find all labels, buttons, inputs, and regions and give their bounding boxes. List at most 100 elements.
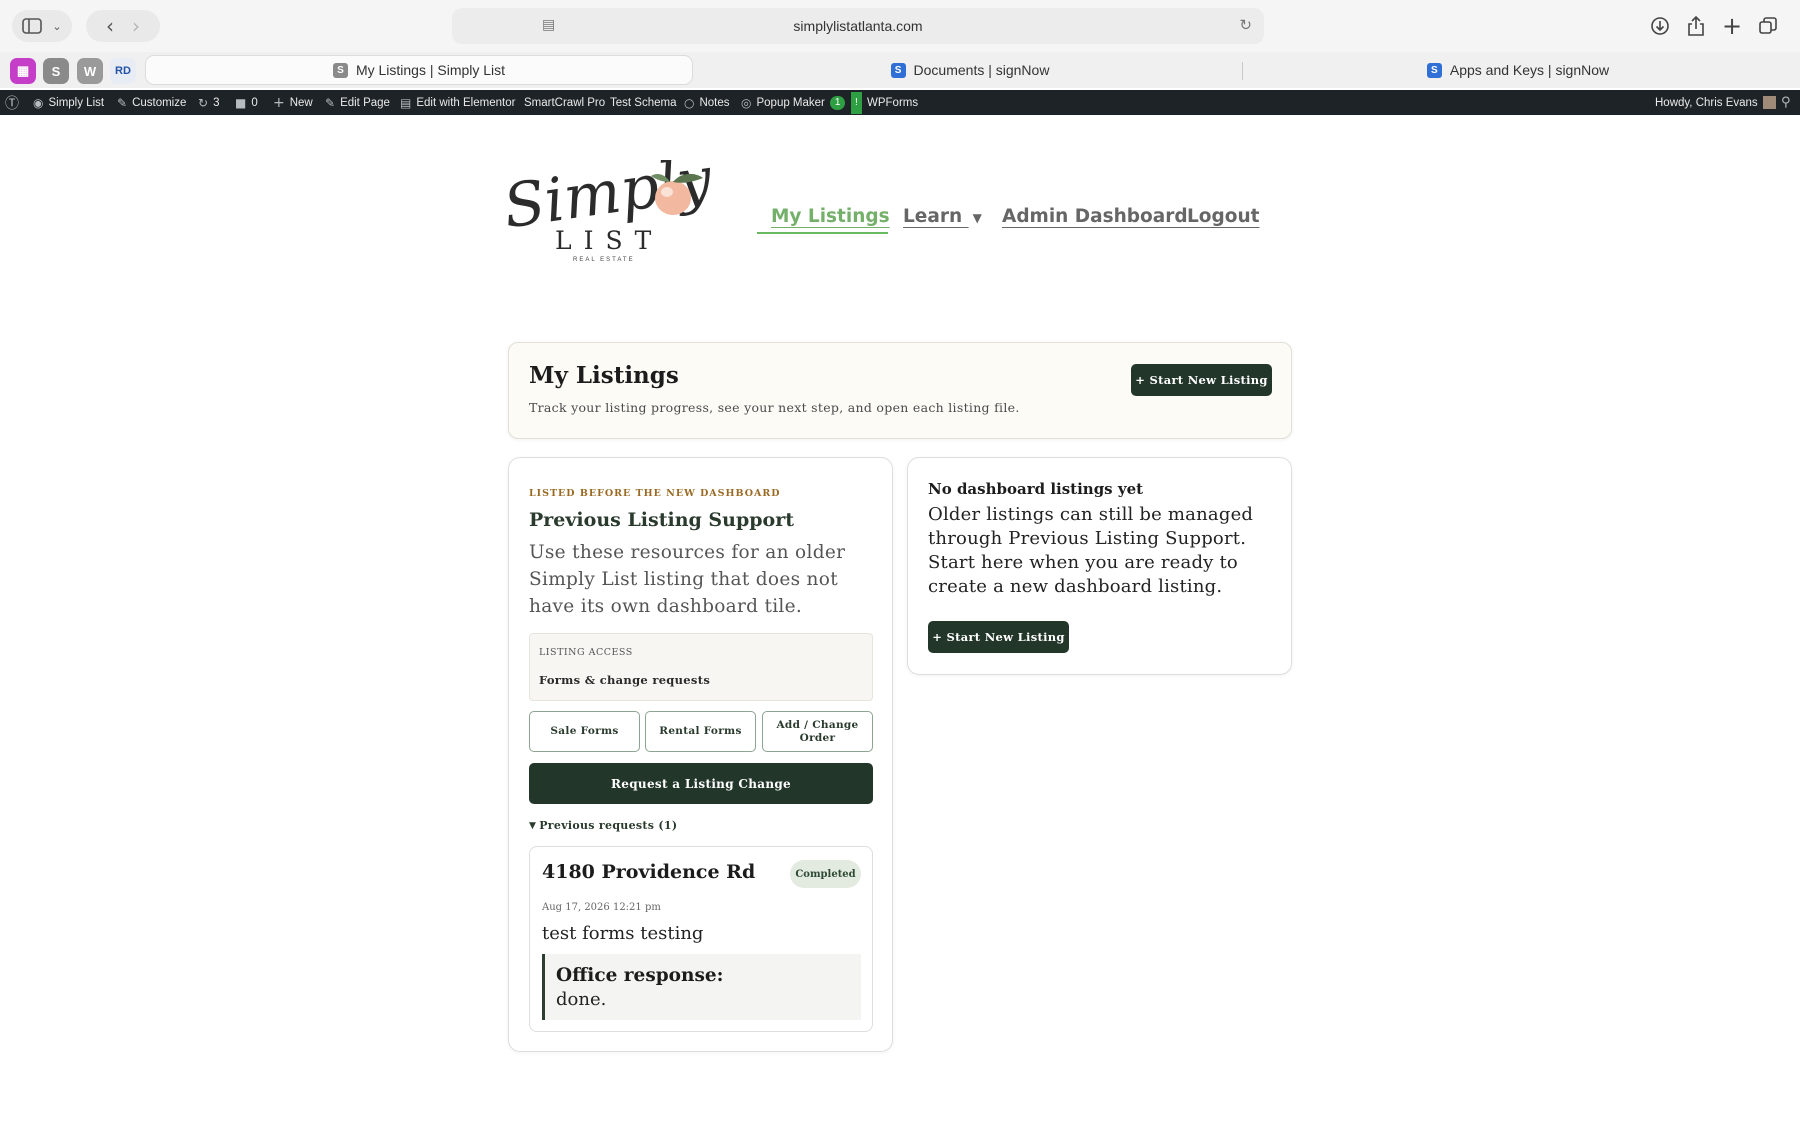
- admin-smartcrawl[interactable]: SmartCrawl Pro: [524, 90, 605, 115]
- request-item: 4180 Providence Rd Completed Aug 17, 202…: [529, 846, 873, 1032]
- pinned-tab-rd[interactable]: RD: [110, 58, 136, 84]
- sidebar-icon: [22, 18, 43, 34]
- previous-requests-toggle[interactable]: ▼ Previous requests (1): [529, 819, 677, 832]
- admin-alert[interactable]: !: [851, 90, 862, 115]
- brush-icon: ✎: [117, 95, 128, 110]
- nav-active-indicator: [757, 232, 888, 234]
- previous-listing-support-card: LISTED BEFORE THE NEW DASHBOARD Previous…: [508, 457, 893, 1052]
- previous-requests-label: Previous requests (1): [539, 819, 678, 832]
- nav-learn-label: Learn: [903, 206, 963, 227]
- status-badge: Completed: [790, 860, 861, 888]
- admin-howdy[interactable]: Howdy, Chris Evans: [1655, 90, 1776, 115]
- downloads-icon[interactable]: [1648, 10, 1672, 42]
- admin-new[interactable]: + New: [273, 90, 313, 115]
- avatar: [1762, 96, 1776, 109]
- nav-my-listings[interactable]: My Listings: [771, 206, 890, 227]
- rental-forms-button[interactable]: Rental Forms: [645, 711, 756, 752]
- browser-toolbar: ⌄ ‹ › ● ✓ ▤ simplylistatlanta.com ↻ +: [0, 0, 1800, 52]
- popup-maker-icon: ◎: [741, 95, 752, 110]
- wp-admin-bar: Ⓣ ◉ Simply List ✎ Customize ↻ 3 ■ 0 + New ✎ Ed…: [0, 90, 1800, 115]
- caret-down-icon: ▼: [972, 211, 982, 225]
- start-new-listing-button-secondary[interactable]: + Start New Listing: [928, 621, 1069, 653]
- forward-icon[interactable]: ›: [132, 14, 140, 38]
- tab-divider: [1242, 62, 1243, 80]
- admin-notes-label: Notes: [699, 96, 730, 109]
- pinned-tab-w[interactable]: W: [77, 58, 103, 84]
- office-response-label: Office response:: [556, 965, 724, 986]
- admin-customize-label: Customize: [132, 96, 187, 109]
- admin-updates-count: 3: [213, 96, 220, 109]
- admin-site-name[interactable]: ◉ Simply List: [33, 90, 104, 115]
- tab-my-listings[interactable]: S My Listings | Simply List: [145, 55, 693, 85]
- pinned-tab-w-label: W: [83, 63, 97, 79]
- request-message: test forms testing: [542, 923, 704, 944]
- wordpress-logo-icon[interactable]: Ⓣ: [5, 90, 19, 115]
- page-title: My Listings: [529, 362, 679, 389]
- office-response: Office response: done.: [542, 954, 861, 1020]
- admin-edit-elementor[interactable]: ▤ Edit with Elementor: [400, 90, 515, 115]
- plus-icon: +: [273, 94, 285, 111]
- new-tab-icon[interactable]: +: [1720, 10, 1744, 42]
- admin-popup-maker-label: Popup Maker: [756, 96, 825, 109]
- tab-apps-keys-signnow[interactable]: S Apps and Keys | signNow: [1248, 55, 1788, 85]
- address-bar[interactable]: ▤ simplylistatlanta.com ↻: [452, 8, 1264, 44]
- listing-access-label: LISTING ACCESS: [539, 647, 633, 658]
- caret-down-icon: ▼: [529, 820, 537, 831]
- sidebar-toggle-button[interactable]: ⌄: [12, 10, 72, 42]
- sale-forms-button[interactable]: Sale Forms: [529, 711, 640, 752]
- no-listings-card: No dashboard listings yet Older listings…: [907, 457, 1292, 675]
- note-icon: ○: [684, 95, 695, 110]
- admin-comments-count: 0: [251, 96, 258, 109]
- nav-admin-dashboard[interactable]: Admin Dashboard: [1002, 206, 1188, 227]
- logo-word: LIST: [555, 226, 664, 255]
- listing-access-box: LISTING ACCESS Forms & change requests: [529, 633, 873, 701]
- card-description: Use these resources for an older Simply …: [529, 542, 846, 617]
- admin-wpforms-label: WPForms: [867, 96, 919, 109]
- url-text: simplylistatlanta.com: [793, 18, 923, 34]
- elementor-icon: ▤: [400, 95, 412, 110]
- tab-overview-icon[interactable]: [1756, 10, 1780, 42]
- request-address: 4180 Providence Rd: [542, 861, 756, 883]
- admin-search-icon[interactable]: ⚲: [1781, 90, 1791, 115]
- simply-list-favicon: S: [332, 62, 348, 78]
- card-title: Previous Listing Support: [529, 509, 794, 531]
- my-listings-header-card: My Listings Track your listing progress,…: [508, 342, 1292, 439]
- comment-icon: ■: [235, 95, 247, 110]
- nav-learn[interactable]: Learn ▼: [903, 206, 982, 227]
- pinned-tab-s[interactable]: S: [43, 58, 69, 84]
- admin-site-name-label: Simply List: [48, 96, 105, 109]
- office-response-text: done.: [556, 989, 607, 1010]
- listing-access-value: Forms & change requests: [539, 673, 711, 687]
- admin-updates[interactable]: ↻ 3: [198, 90, 219, 115]
- admin-comments[interactable]: ■ 0: [235, 90, 258, 115]
- admin-wpforms[interactable]: WPForms: [867, 90, 918, 115]
- pinned-tab-s-label: S: [51, 63, 61, 79]
- tab-title: My Listings | Simply List: [355, 62, 506, 78]
- add-change-order-button[interactable]: Add / Change Order: [762, 711, 873, 752]
- admin-new-label: New: [289, 96, 313, 109]
- history-nav: ‹ ›: [86, 10, 160, 42]
- pinned-tab-forms-icon[interactable]: ▦: [10, 58, 36, 84]
- reload-icon[interactable]: ↻: [1239, 16, 1252, 34]
- admin-test-schema-label: Test Schema: [610, 96, 677, 109]
- updates-icon: ↻: [198, 95, 209, 110]
- start-new-listing-button[interactable]: + Start New Listing: [1131, 364, 1272, 396]
- admin-howdy-label: Howdy, Chris Evans: [1655, 96, 1758, 109]
- request-listing-change-button[interactable]: Request a Listing Change: [529, 763, 873, 804]
- nav-logout[interactable]: Logout: [1187, 206, 1259, 227]
- tab-title: Apps and Keys | signNow: [1449, 62, 1610, 78]
- admin-notes[interactable]: ○ Notes: [684, 90, 730, 115]
- popup-count-badge: 1: [829, 95, 846, 110]
- page-subtitle: Track your listing progress, see your ne…: [529, 400, 1020, 415]
- share-icon[interactable]: [1684, 10, 1708, 42]
- back-icon[interactable]: ‹: [106, 14, 114, 38]
- site-logo[interactable]: Simply LIST REAL ESTATE: [499, 144, 716, 270]
- admin-customize[interactable]: ✎ Customize: [117, 90, 186, 115]
- logo-tagline: REAL ESTATE: [573, 257, 635, 263]
- card-eyebrow: LISTED BEFORE THE NEW DASHBOARD: [529, 488, 781, 499]
- admin-test-schema[interactable]: Test Schema: [610, 90, 676, 115]
- admin-edit-page[interactable]: ✎ Edit Page: [325, 90, 390, 115]
- tab-documents-signnow[interactable]: S Documents | signNow: [700, 55, 1240, 85]
- signnow-favicon: S: [890, 62, 906, 78]
- admin-popup-maker[interactable]: ◎ Popup Maker 1: [741, 90, 846, 115]
